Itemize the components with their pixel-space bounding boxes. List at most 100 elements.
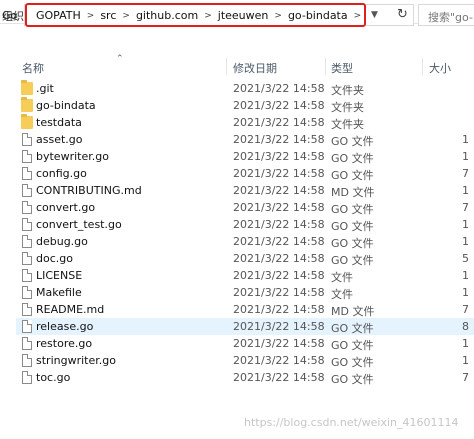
list-item[interactable]: asset.go 2021/3/22 14:58 GO 文件 1 (16, 131, 474, 148)
file-type: GO 文件 (331, 220, 374, 233)
file-size: 7 (462, 201, 469, 214)
chevron-right-icon[interactable]: > (354, 11, 362, 21)
file-icon (22, 201, 32, 214)
file-size: 1 (462, 354, 469, 367)
file-type: GO 文件 (331, 254, 374, 267)
file-icon (22, 235, 32, 248)
column-divider[interactable] (226, 58, 227, 75)
file-icon (22, 303, 32, 316)
file-type: GO 文件 (331, 135, 374, 148)
refresh-icon[interactable]: ↻ (397, 7, 408, 22)
file-date: 2021/3/22 14:58 (233, 133, 325, 146)
column-divider[interactable] (422, 58, 423, 75)
column-divider[interactable] (325, 58, 326, 75)
file-type: 文件 (331, 288, 353, 301)
address-row (0, 24, 474, 54)
file-name: README.md (36, 303, 105, 316)
file-icon (22, 167, 32, 180)
column-header-name[interactable]: 名称 (22, 60, 44, 76)
column-header-date[interactable]: 修改日期 (233, 60, 277, 76)
file-name: debug.go (36, 235, 88, 248)
list-item[interactable]: stringwriter.go 2021/3/22 14:58 GO 文件 1 (16, 352, 474, 369)
file-name: testdata (36, 116, 82, 129)
folder-icon (21, 114, 33, 129)
list-item[interactable]: convert_test.go 2021/3/22 14:58 GO 文件 1 (16, 216, 474, 233)
breadcrumb-item-github[interactable]: github.com (136, 9, 198, 22)
file-icon (22, 320, 32, 333)
sort-ascending-icon: ⌃ (116, 54, 124, 64)
list-item[interactable]: LICENSE 2021/3/22 14:58 文件 1 (16, 267, 474, 284)
list-item[interactable]: toc.go 2021/3/22 14:58 GO 文件 7 (16, 369, 474, 386)
file-type: MD 文件 (331, 186, 375, 199)
list-item[interactable]: testdata 2021/3/22 14:58 文件夹 (16, 114, 474, 131)
file-name: Makefile (36, 286, 82, 299)
list-item[interactable]: README.md 2021/3/22 14:58 MD 文件 7 (16, 301, 474, 318)
list-item[interactable]: debug.go 2021/3/22 14:58 GO 文件 1 (16, 233, 474, 250)
file-icon (22, 269, 32, 282)
file-date: 2021/3/22 14:58 (233, 116, 325, 129)
file-date: 2021/3/22 14:58 (233, 371, 325, 384)
chevron-right-icon[interactable]: > (274, 11, 282, 21)
file-size: 1 (462, 235, 469, 248)
breadcrumb-item-jteeuwen[interactable]: jteeuwen (218, 9, 269, 22)
navigation-pane (0, 54, 14, 439)
file-name: convert_test.go (36, 218, 122, 231)
chevron-right-icon[interactable]: > (204, 11, 212, 21)
chevron-down-icon[interactable]: ▼ (371, 10, 378, 20)
file-size: 7 (462, 303, 469, 316)
file-date: 2021/3/22 14:58 (233, 218, 325, 231)
file-type: GO 文件 (331, 356, 374, 369)
list-item[interactable]: convert.go 2021/3/22 14:58 GO 文件 7 (16, 199, 474, 216)
breadcrumb-item-go-bindata[interactable]: go-bindata (288, 9, 348, 22)
file-date: 2021/3/22 14:58 (233, 286, 325, 299)
list-item[interactable]: config.go 2021/3/22 14:58 GO 文件 7 (16, 165, 474, 182)
file-icon (22, 252, 32, 265)
file-name: toc.go (36, 371, 71, 384)
file-date: 2021/3/22 14:58 (233, 252, 325, 265)
file-type: MD 文件 (331, 305, 375, 318)
file-icon (22, 337, 32, 350)
file-name: convert.go (36, 201, 96, 214)
file-size: 1 (462, 133, 469, 146)
chevron-right-icon[interactable]: > (122, 11, 130, 21)
file-date: 2021/3/22 14:58 (233, 354, 325, 367)
watermark: https://blog.csdn.net/weixin_41601114 (244, 416, 459, 429)
file-icon (22, 354, 32, 367)
breadcrumb: GOPATH > src > github.com > jteeuwen > g… (36, 9, 367, 22)
list-item[interactable]: restore.go 2021/3/22 14:58 GO 文件 1 (16, 335, 474, 352)
list-item[interactable]: go-bindata 2021/3/22 14:58 文件夹 (16, 97, 474, 114)
file-type: GO 文件 (331, 169, 374, 182)
file-name: config.go (36, 167, 87, 180)
list-item[interactable]: CONTRIBUTING.md 2021/3/22 14:58 MD 文件 1 (16, 182, 474, 199)
search-placeholder: 搜索"go-bin (428, 11, 474, 24)
list-item[interactable]: bytewriter.go 2021/3/22 14:58 GO 文件 1 (16, 148, 474, 165)
list-item-selected[interactable]: release.go 2021/3/22 14:58 GO 文件 8 (16, 318, 474, 335)
file-type: 文件夹 (331, 118, 364, 131)
file-name: go-bindata (36, 99, 96, 112)
column-header-size[interactable]: 大小 (429, 60, 451, 76)
file-name: restore.go (36, 337, 93, 350)
list-item[interactable]: Makefile 2021/3/22 14:58 文件 1 (16, 284, 474, 301)
file-size: 1 (462, 150, 469, 163)
breadcrumb-item-gopath[interactable]: GOPATH (36, 9, 81, 22)
file-type: GO 文件 (331, 373, 374, 386)
list-item[interactable]: .git 2021/3/22 14:58 文件夹 (16, 80, 474, 97)
file-name: asset.go (36, 133, 83, 146)
file-type: GO 文件 (331, 339, 374, 352)
file-size: 5 (462, 252, 469, 265)
file-date: 2021/3/22 14:58 (233, 184, 325, 197)
file-date: 2021/3/22 14:58 (233, 320, 325, 333)
file-date: 2021/3/22 14:58 (233, 235, 325, 248)
breadcrumb-item-src[interactable]: src (100, 9, 116, 22)
file-type: GO 文件 (331, 237, 374, 250)
column-header-type[interactable]: 类型 (331, 60, 353, 76)
chevron-right-icon[interactable]: > (87, 11, 95, 21)
file-date: 2021/3/22 14:58 (233, 150, 325, 163)
file-size: 7 (462, 371, 469, 384)
file-type: 文件夹 (331, 84, 364, 97)
file-size: 1 (462, 184, 469, 197)
file-icon (22, 286, 32, 299)
list-item[interactable]: doc.go 2021/3/22 14:58 GO 文件 5 (16, 250, 474, 267)
file-date: 2021/3/22 14:58 (233, 82, 325, 95)
file-date: 2021/3/22 14:58 (233, 303, 325, 316)
